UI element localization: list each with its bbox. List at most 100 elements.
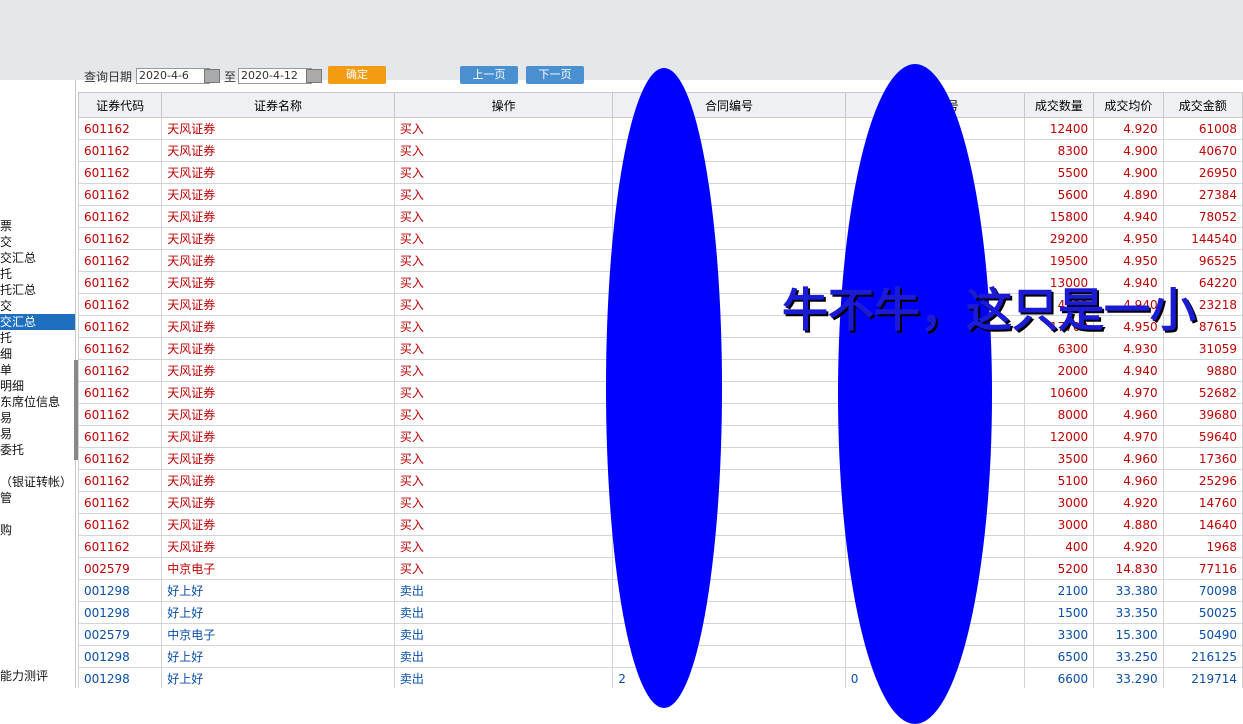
cell-name: 天风证券 — [161, 183, 395, 206]
cell-amount: 1968 — [1162, 535, 1243, 558]
cell-name: 天风证券 — [161, 249, 395, 272]
cell-quantity: 400 — [1023, 535, 1095, 558]
cell-amount: 31059 — [1162, 337, 1243, 360]
prev-week-button[interactable]: 上一页 — [460, 66, 518, 84]
cell-code: 001298 — [78, 645, 163, 668]
cell-code: 601162 — [78, 381, 163, 404]
cell-avg-price: 4.940 — [1093, 205, 1164, 228]
cell-avg-price: 4.890 — [1093, 183, 1164, 206]
cell-name: 天风证券 — [161, 491, 395, 514]
sidebar-item[interactable]: 明细 — [0, 378, 24, 394]
sidebar-item[interactable]: （银证转帐） — [0, 474, 72, 490]
calendar-icon[interactable] — [204, 69, 220, 83]
cell-amount: 70098 — [1162, 579, 1243, 602]
cell-operation: 买入 — [393, 337, 614, 360]
cell-name: 好上好 — [161, 645, 395, 668]
header-avg-price[interactable]: 成交均价 — [1093, 92, 1164, 118]
cell-avg-price: 4.970 — [1093, 425, 1164, 448]
start-date-field[interactable]: 2020-4-6 — [136, 68, 210, 84]
cell-code: 601162 — [78, 513, 163, 536]
query-button[interactable]: 确定 — [328, 66, 386, 84]
cell-avg-price: 33.250 — [1093, 645, 1164, 668]
cell-name: 好上好 — [161, 579, 395, 602]
next-week-button[interactable]: 下一页 — [526, 66, 584, 84]
cell-code: 601162 — [78, 183, 163, 206]
cell-operation: 买入 — [393, 315, 614, 338]
cell-operation: 买入 — [393, 403, 614, 426]
cell-quantity: 2000 — [1023, 359, 1095, 382]
redaction-blob-left — [606, 68, 722, 708]
sidebar-item[interactable]: 易 — [0, 410, 12, 426]
cell-operation: 买入 — [393, 491, 614, 514]
sidebar-item[interactable]: 交 — [0, 298, 12, 314]
sidebar-item[interactable]: 交汇总 — [0, 250, 36, 266]
header-quantity[interactable]: 成交数量 — [1023, 92, 1095, 118]
sidebar-item[interactable]: 交 — [0, 234, 12, 250]
sidebar-item[interactable]: 单 — [0, 362, 12, 378]
sidebar-item[interactable]: 交汇总 — [0, 314, 75, 330]
cell-name: 中京电子 — [161, 557, 395, 580]
cell-avg-price: 4.880 — [1093, 513, 1164, 536]
sidebar-menu: 票交交汇总托托汇总交交汇总托细 单明细 东席位信息易易委托 （银证转帐）管购能力测评 — [0, 80, 76, 688]
cell-avg-price: 4.960 — [1093, 469, 1164, 492]
cell-avg-price: 4.930 — [1093, 337, 1164, 360]
cell-code: 601162 — [78, 359, 163, 382]
cell-avg-price: 4.950 — [1093, 227, 1164, 250]
sidebar-item[interactable]: 托汇总 — [0, 282, 36, 298]
cell-quantity: 3000 — [1023, 513, 1095, 536]
cell-avg-price: 4.960 — [1093, 447, 1164, 470]
cell-avg-price: 4.920 — [1093, 491, 1164, 514]
cell-name: 中京电子 — [161, 623, 395, 646]
cell-code: 601162 — [78, 403, 163, 426]
sidebar-item[interactable]: 票 — [0, 218, 12, 234]
cell-code: 001298 — [78, 601, 163, 624]
sidebar-item[interactable]: 细 — [0, 346, 12, 362]
cell-operation: 买入 — [393, 381, 614, 404]
header-name[interactable]: 证券名称 — [161, 92, 395, 118]
sidebar-item[interactable]: 易 — [0, 426, 12, 442]
cell-quantity: 19500 — [1023, 249, 1095, 272]
cell-code: 601162 — [78, 227, 163, 250]
to-label: 至 — [224, 70, 237, 84]
cell-amount: 27384 — [1162, 183, 1243, 206]
cell-avg-price: 4.970 — [1093, 381, 1164, 404]
sidebar-item[interactable]: 购 — [0, 522, 12, 538]
sidebar-item[interactable]: 东席位信息 — [0, 394, 60, 410]
cell-quantity: 6500 — [1023, 645, 1095, 668]
cell-name: 天风证券 — [161, 403, 395, 426]
query-date-label: 查询日期 — [84, 70, 133, 84]
cell-name: 天风证券 — [161, 161, 395, 184]
header-amount[interactable]: 成交金额 — [1162, 92, 1243, 118]
calendar-icon[interactable] — [306, 69, 322, 83]
cell-quantity: 12000 — [1023, 425, 1095, 448]
header-code[interactable]: 证券代码 — [78, 92, 163, 118]
cell-avg-price: 33.350 — [1093, 601, 1164, 624]
cell-code: 601162 — [78, 447, 163, 470]
cell-code: 002579 — [78, 557, 163, 580]
cell-operation: 买入 — [393, 161, 614, 184]
cell-amount: 61008 — [1162, 117, 1243, 140]
cell-amount: 216125 — [1162, 645, 1243, 668]
cell-code: 601162 — [78, 535, 163, 558]
header-operation[interactable]: 操作 — [393, 92, 614, 118]
sidebar-item[interactable]: 托 — [0, 266, 12, 282]
cell-operation: 买入 — [393, 359, 614, 382]
end-date-field[interactable]: 2020-4-12 — [238, 68, 312, 84]
cell-operation: 买入 — [393, 249, 614, 272]
cell-amount: 25296 — [1162, 469, 1243, 492]
cell-amount: 50025 — [1162, 601, 1243, 624]
sidebar-item[interactable]: 能力测评 — [0, 668, 48, 684]
cell-avg-price: 33.290 — [1093, 667, 1164, 688]
cell-amount: 52682 — [1162, 381, 1243, 404]
cell-name: 天风证券 — [161, 205, 395, 228]
cell-operation: 卖出 — [393, 579, 614, 602]
cell-amount: 9880 — [1162, 359, 1243, 382]
cell-operation: 买入 — [393, 271, 614, 294]
sidebar-item[interactable]: 托 — [0, 330, 12, 346]
sidebar-item[interactable]: 委托 — [0, 442, 24, 458]
cell-quantity: 3000 — [1023, 491, 1095, 514]
cell-name: 天风证券 — [161, 447, 395, 470]
cell-code: 601162 — [78, 337, 163, 360]
sidebar-item[interactable]: 管 — [0, 490, 12, 506]
cell-avg-price: 4.920 — [1093, 117, 1164, 140]
